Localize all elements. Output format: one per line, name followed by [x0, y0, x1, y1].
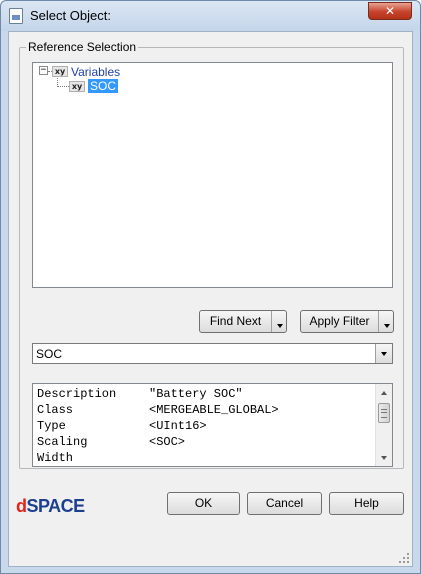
find-next-dropdown-icon[interactable] — [271, 311, 286, 332]
variable-group-icon: xy — [52, 66, 68, 77]
title-bar[interactable]: Select Object: ✕ — [1, 1, 420, 31]
dspace-logo: dSPACE — [16, 496, 85, 516]
scrollbar-thumb[interactable] — [378, 403, 390, 423]
collapse-icon[interactable]: − — [39, 66, 48, 75]
tree-node-variables[interactable]: − xy Variables — [35, 65, 235, 80]
cancel-label: Cancel — [265, 496, 304, 510]
window-title: Select Object: — [30, 8, 111, 23]
ok-button[interactable]: OK — [167, 492, 240, 515]
help-label: Help — [354, 496, 379, 510]
cancel-button[interactable]: Cancel — [247, 492, 322, 515]
group-label: Reference Selection — [26, 40, 139, 54]
chevron-down-icon[interactable] — [375, 344, 392, 363]
property-row: Type <UInt16> — [37, 419, 207, 435]
ok-label: OK — [194, 496, 213, 510]
property-key: Type — [37, 419, 66, 433]
vertical-scrollbar[interactable] — [375, 384, 392, 466]
property-key: Width — [37, 451, 74, 465]
tree-connector — [57, 86, 69, 87]
reference-selection-group: Reference Selection − xy Variables xy SO… — [19, 40, 404, 469]
tree-node-label: SOC — [88, 79, 119, 93]
property-value: <UInt16> — [149, 419, 207, 433]
property-value: <MERGEABLE_GLOBAL> — [149, 403, 279, 417]
apply-filter-label: Apply Filter — [309, 314, 370, 328]
dialog-body: Reference Selection − xy Variables xy SO… — [8, 31, 413, 567]
property-key: Description — [37, 387, 117, 401]
variable-icon: xy — [69, 81, 85, 92]
property-value: "Battery SOC" — [149, 387, 243, 401]
apply-filter-button[interactable]: Apply Filter — [300, 310, 394, 333]
find-next-label: Find Next — [209, 314, 262, 328]
property-value: <SOC> — [149, 435, 186, 449]
selected-object-combobox[interactable]: SOC — [32, 343, 393, 364]
scroll-up-icon[interactable] — [376, 384, 392, 400]
property-key: Scaling — [37, 435, 88, 449]
find-next-button[interactable]: Find Next — [199, 310, 287, 333]
combobox-value: SOC — [36, 347, 63, 361]
property-key: Class — [37, 403, 74, 417]
close-button[interactable]: ✕ — [368, 2, 412, 20]
property-row: Scaling <SOC> — [37, 435, 185, 451]
tree-node-soc[interactable]: xy SOC — [69, 79, 189, 94]
variable-tree[interactable]: − xy Variables xy SOC — [32, 62, 393, 288]
help-button[interactable]: Help — [329, 492, 404, 515]
property-row: Description "Battery SOC" — [37, 387, 243, 403]
app-icon — [9, 8, 23, 24]
apply-filter-dropdown-icon[interactable] — [378, 311, 393, 332]
close-icon: ✕ — [384, 4, 396, 18]
scroll-down-icon[interactable] — [376, 450, 392, 466]
property-row: Class <MERGEABLE_GLOBAL> — [37, 403, 279, 419]
resize-grip-icon[interactable] — [398, 552, 410, 564]
property-row: Width — [37, 451, 109, 467]
properties-listbox[interactable]: Description "Battery SOC" Class <MERGEAB… — [32, 383, 393, 467]
select-object-dialog: Select Object: ✕ Reference Selection − x… — [0, 0, 421, 574]
tree-node-label: Variables — [71, 65, 121, 79]
